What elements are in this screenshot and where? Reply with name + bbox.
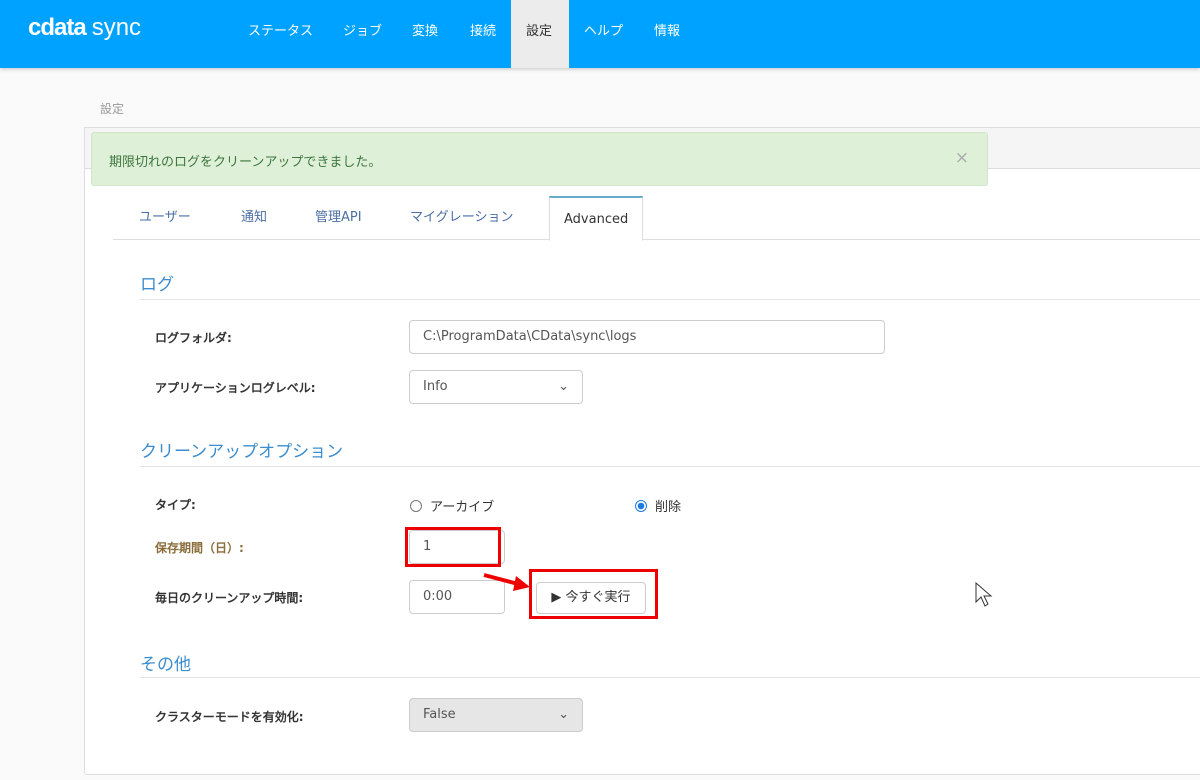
nav-info[interactable]: 情報	[639, 0, 695, 68]
radio-checked-icon	[635, 499, 647, 512]
nav-status[interactable]: ステータス	[233, 0, 328, 68]
top-nav: cdata sync ステータス ジョブ 変換 接続 設定 ヘルプ 情報	[0, 0, 1200, 68]
radio-archive[interactable]: アーカイブ	[410, 496, 494, 515]
radio-delete-label: 削除	[655, 500, 682, 515]
log-level-value: Info	[423, 379, 448, 394]
mouse-cursor-icon	[975, 582, 993, 607]
divider	[140, 677, 1200, 678]
divider	[140, 466, 1200, 467]
tab-migration[interactable]: マイグレーション	[396, 196, 527, 240]
type-label: タイプ:	[155, 498, 196, 512]
log-folder-label: ログフォルダ:	[155, 331, 232, 345]
log-folder-input[interactable]: C:\ProgramData\CData\sync\logs	[409, 320, 885, 354]
breadcrumb: 設定	[100, 102, 125, 116]
retention-label: 保存期間（日）:	[155, 541, 244, 555]
success-alert: 期限切れのログをクリーンアップできました。 ×	[91, 132, 988, 186]
cleanup-section-title: クリーンアップオプション	[140, 442, 344, 462]
nav-connections[interactable]: 接続	[455, 0, 511, 68]
radio-icon	[410, 499, 422, 512]
chevron-down-icon: ⌄	[558, 379, 569, 394]
highlight-box	[529, 569, 658, 619]
log-section-title: ログ	[140, 275, 174, 295]
cluster-mode-value: False	[423, 707, 456, 722]
alert-message: 期限切れのログをクリーンアップできました。	[109, 155, 382, 170]
tab-notifications[interactable]: 通知	[227, 196, 281, 240]
close-icon[interactable]: ×	[955, 148, 969, 168]
tab-admin-api[interactable]: 管理API	[301, 196, 376, 240]
radio-delete[interactable]: 削除	[635, 496, 681, 515]
cdata-sync-logo[interactable]: cdata sync	[28, 14, 141, 42]
tab-advanced[interactable]: Advanced	[549, 196, 643, 241]
nav-jobs[interactable]: ジョブ	[328, 0, 397, 68]
nav-help[interactable]: ヘルプ	[569, 0, 638, 68]
nav-settings[interactable]: 設定	[511, 0, 569, 68]
cleanup-time-label: 毎日のクリーンアップ時間:	[155, 591, 304, 605]
cluster-mode-select[interactable]: False ⌄	[409, 698, 583, 732]
other-section-title: その他	[140, 655, 191, 675]
highlight-box	[405, 527, 501, 567]
divider	[140, 299, 1200, 300]
arrow-icon	[483, 573, 530, 591]
settings-tabs: ユーザー 通知 管理API マイグレーション Advanced	[113, 196, 1200, 241]
log-level-label: アプリケーションログレベル:	[155, 381, 316, 395]
chevron-down-icon: ⌄	[558, 707, 569, 722]
nav-transform[interactable]: 変換	[397, 0, 453, 68]
tab-users[interactable]: ユーザー	[125, 196, 205, 240]
log-level-select[interactable]: Info ⌄	[409, 370, 583, 404]
radio-archive-label: アーカイブ	[430, 500, 495, 515]
cluster-mode-label: クラスターモードを有効化:	[155, 710, 304, 724]
